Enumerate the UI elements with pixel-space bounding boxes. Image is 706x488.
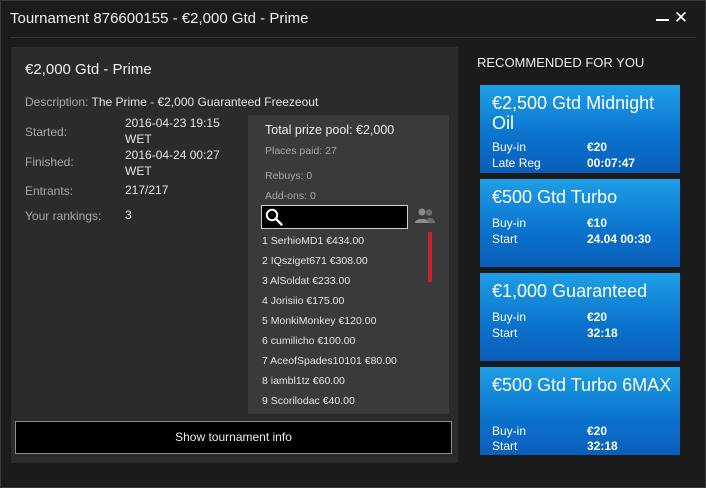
title-divider bbox=[10, 37, 696, 38]
show-tournament-info-button[interactable]: Show tournament info bbox=[15, 421, 452, 454]
prize-pool-panel: Total prize pool: €2,000 Places paid: 27… bbox=[248, 115, 449, 414]
ranking-item[interactable]: 7 AceofSpades10101 €80.00 bbox=[262, 353, 432, 373]
recommended-card-name: €500 Gtd Turbo 6MAX bbox=[492, 375, 672, 395]
tournament-name: €2,000 Gtd - Prime bbox=[25, 61, 152, 78]
buy-in-value: €20 bbox=[587, 140, 608, 154]
tournament-details-panel: €2,000 Gtd - Prime Description: The Prim… bbox=[11, 47, 458, 463]
buy-in-value: €10 bbox=[587, 216, 608, 230]
entrants-label: Entrants: bbox=[25, 184, 74, 198]
close-icon[interactable]: ✕ bbox=[671, 8, 691, 28]
ranking-item[interactable]: 2 IQsziget671 €308.00 bbox=[262, 253, 432, 273]
ranking-item[interactable]: 5 MonkiMonkey €120.00 bbox=[262, 313, 432, 333]
late-reg-value: 00:07:47 bbox=[587, 156, 636, 170]
places-paid: Places paid: 27 bbox=[265, 145, 337, 157]
recommended-card-name: €500 Gtd Turbo bbox=[492, 187, 618, 207]
buy-in-label: Buy-in bbox=[492, 310, 527, 324]
description-value: The Prime - €2,000 Guaranteed Freezeout bbox=[91, 95, 319, 109]
player-search-input[interactable] bbox=[286, 208, 404, 226]
player-search-box[interactable] bbox=[261, 205, 408, 229]
start-label: Start bbox=[492, 232, 518, 246]
recommended-card[interactable]: €500 Gtd Turbo 6MAX Buy-in €20 Start 32:… bbox=[480, 367, 680, 455]
recommended-card[interactable]: €1,000 Guaranteed Buy-in €20 Start 32:18 bbox=[480, 273, 680, 361]
finished-value: 2016-04-24 00:27 WET bbox=[125, 148, 220, 178]
title-bar[interactable]: Tournament 876600155 - €2,000 Gtd - Prim… bbox=[1, 1, 705, 37]
ranking-item[interactable]: 6 cumilicho €100.00 bbox=[262, 333, 432, 353]
rankings-value: 3 bbox=[125, 208, 132, 222]
started-value: 2016-04-23 19:15 WET bbox=[125, 116, 220, 146]
ranking-item[interactable]: 1 SerhioMD1 €434.00 bbox=[262, 233, 432, 253]
minimize-icon[interactable] bbox=[652, 8, 672, 28]
search-icon[interactable] bbox=[265, 208, 283, 226]
recommended-card[interactable]: €2,500 Gtd Midnight Oil Buy-in €20 Late … bbox=[480, 85, 680, 173]
description-row: Description: The Prime - €2,000 Guarante… bbox=[25, 95, 318, 109]
recommended-card[interactable]: €500 Gtd Turbo Buy-in €10 Start 24.04 00… bbox=[480, 179, 680, 267]
ranking-scrollbar[interactable] bbox=[428, 232, 432, 282]
start-label: Start bbox=[492, 326, 518, 340]
entrants-value: 217/217 bbox=[125, 183, 169, 197]
recommended-title: RECOMMENDED FOR YOU bbox=[477, 55, 645, 70]
buy-in-label: Buy-in bbox=[492, 424, 527, 438]
ranking-item[interactable]: 9 Scorilodac €40.00 bbox=[262, 393, 432, 413]
buy-in-label: Buy-in bbox=[492, 140, 527, 154]
rebuys-count: Rebuys: 0 bbox=[265, 170, 313, 182]
finished-label: Finished: bbox=[25, 155, 74, 169]
addons-count: Add-ons: 0 bbox=[265, 190, 316, 202]
start-value: 32:18 bbox=[587, 439, 618, 453]
recommended-card-name: €1,000 Guaranteed bbox=[492, 281, 648, 301]
total-prize-pool: Total prize pool: €2,000 bbox=[265, 123, 395, 137]
recommended-card-name: €2,500 Gtd Midnight Oil bbox=[492, 93, 655, 133]
description-label: Description: bbox=[25, 95, 89, 109]
ranking-list: 1 SerhioMD1 €434.00 2 IQsziget671 €308.0… bbox=[262, 233, 432, 413]
buy-in-value: €20 bbox=[587, 310, 608, 324]
buy-in-value: €20 bbox=[587, 424, 608, 438]
players-icon[interactable] bbox=[414, 207, 436, 225]
ranking-item[interactable]: 8 iambl1tz €60.00 bbox=[262, 373, 432, 393]
start-value: 32:18 bbox=[587, 326, 618, 340]
tournament-window: Tournament 876600155 - €2,000 Gtd - Prim… bbox=[0, 0, 706, 488]
start-label: Start bbox=[492, 439, 518, 453]
rankings-label: Your rankings: bbox=[25, 209, 102, 223]
ranking-item[interactable]: 4 Jorisiio €175.00 bbox=[262, 293, 432, 313]
ranking-item[interactable]: 3 AlSoldat €233.00 bbox=[262, 273, 432, 293]
window-title: Tournament 876600155 - €2,000 Gtd - Prim… bbox=[10, 10, 309, 27]
start-value: 24.04 00:30 bbox=[587, 232, 652, 246]
late-reg-label: Late Reg bbox=[492, 156, 541, 170]
started-label: Started: bbox=[25, 125, 68, 139]
buy-in-label: Buy-in bbox=[492, 216, 527, 230]
